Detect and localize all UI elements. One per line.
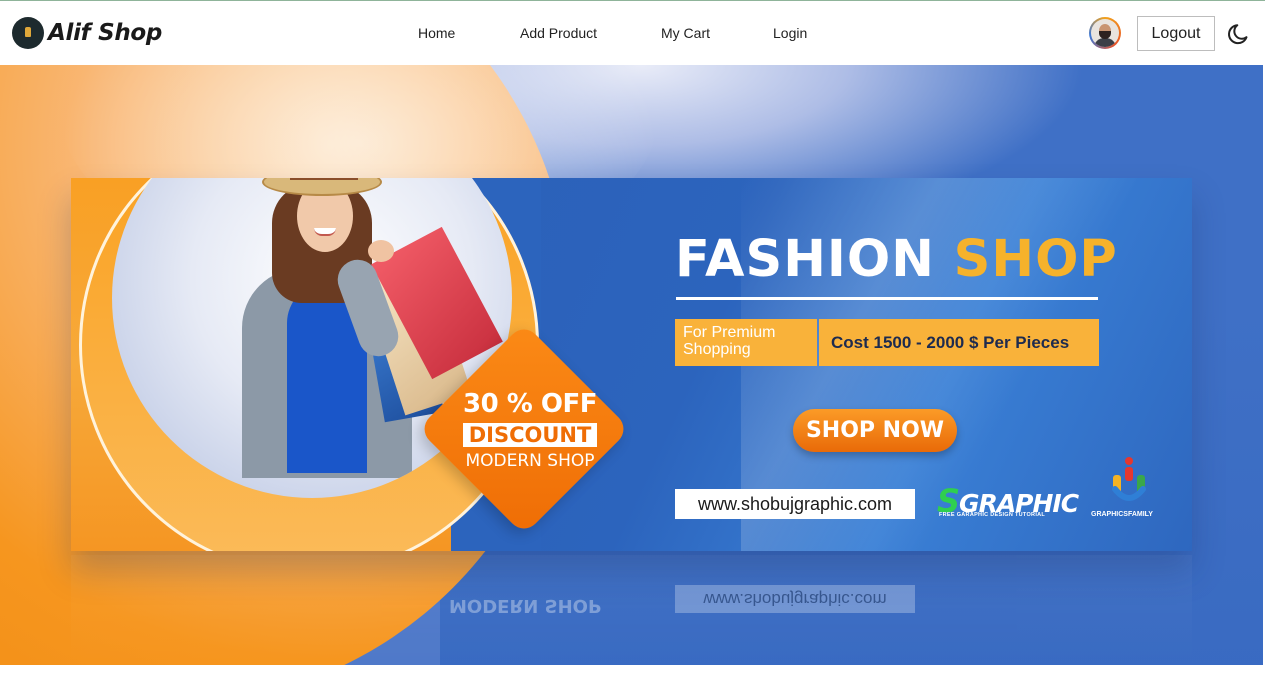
- user-avatar[interactable]: [1089, 17, 1121, 49]
- headline-main: FASHION: [675, 230, 935, 289]
- photo-ring: [79, 178, 539, 551]
- avatar-photo: [1091, 19, 1119, 47]
- moon-icon[interactable]: [1226, 21, 1252, 47]
- discount-percent: 30 % OFF: [463, 389, 597, 419]
- logout-button[interactable]: Logout: [1137, 16, 1215, 51]
- nav-link-add-product[interactable]: Add Product: [520, 25, 597, 41]
- nav-link-my-cart[interactable]: My Cart: [661, 25, 710, 41]
- nav-links: Home Add Product My Cart Login: [0, 25, 1265, 45]
- fashion-shop-ad[interactable]: 30 % OFF DISCOUNT MODERN SHOP FASHION SH…: [71, 178, 1192, 551]
- headline-divider: [676, 297, 1098, 300]
- discount-label: DISCOUNT: [462, 423, 598, 447]
- nav-link-login[interactable]: Login: [773, 25, 807, 41]
- navbar: Alif Shop Home Add Product My Cart Login…: [0, 1, 1265, 65]
- sgraphic-logo: SGRAPHIC FREE GARAPHIC DESIGN TUTORIAL: [937, 482, 1079, 520]
- premium-tag: For Premium Shopping: [675, 319, 817, 366]
- price-range: Cost 1500 - 2000 $ Per Pieces: [819, 319, 1099, 366]
- nav-link-home[interactable]: Home: [418, 25, 455, 41]
- graphicsfamily-mark-icon: [1112, 457, 1146, 501]
- website-url: www.shobujgraphic.com: [675, 489, 915, 519]
- graphicsfamily-logo: GRAPHICSFAMILY: [1089, 453, 1169, 523]
- shop-now-button[interactable]: SHOP NOW: [793, 409, 957, 452]
- banner-reflection: MODERN SHOP www.shobujgraphic.com: [71, 555, 1192, 665]
- hero-banner: 30 % OFF DISCOUNT MODERN SHOP FASHION SH…: [0, 65, 1263, 665]
- banner-headline: FASHION SHOP: [675, 230, 1118, 289]
- headline-accent: SHOP: [953, 230, 1118, 289]
- discount-subtitle: MODERN SHOP: [465, 451, 595, 471]
- discount-text: 30 % OFF DISCOUNT MODERN SHOP: [455, 389, 605, 471]
